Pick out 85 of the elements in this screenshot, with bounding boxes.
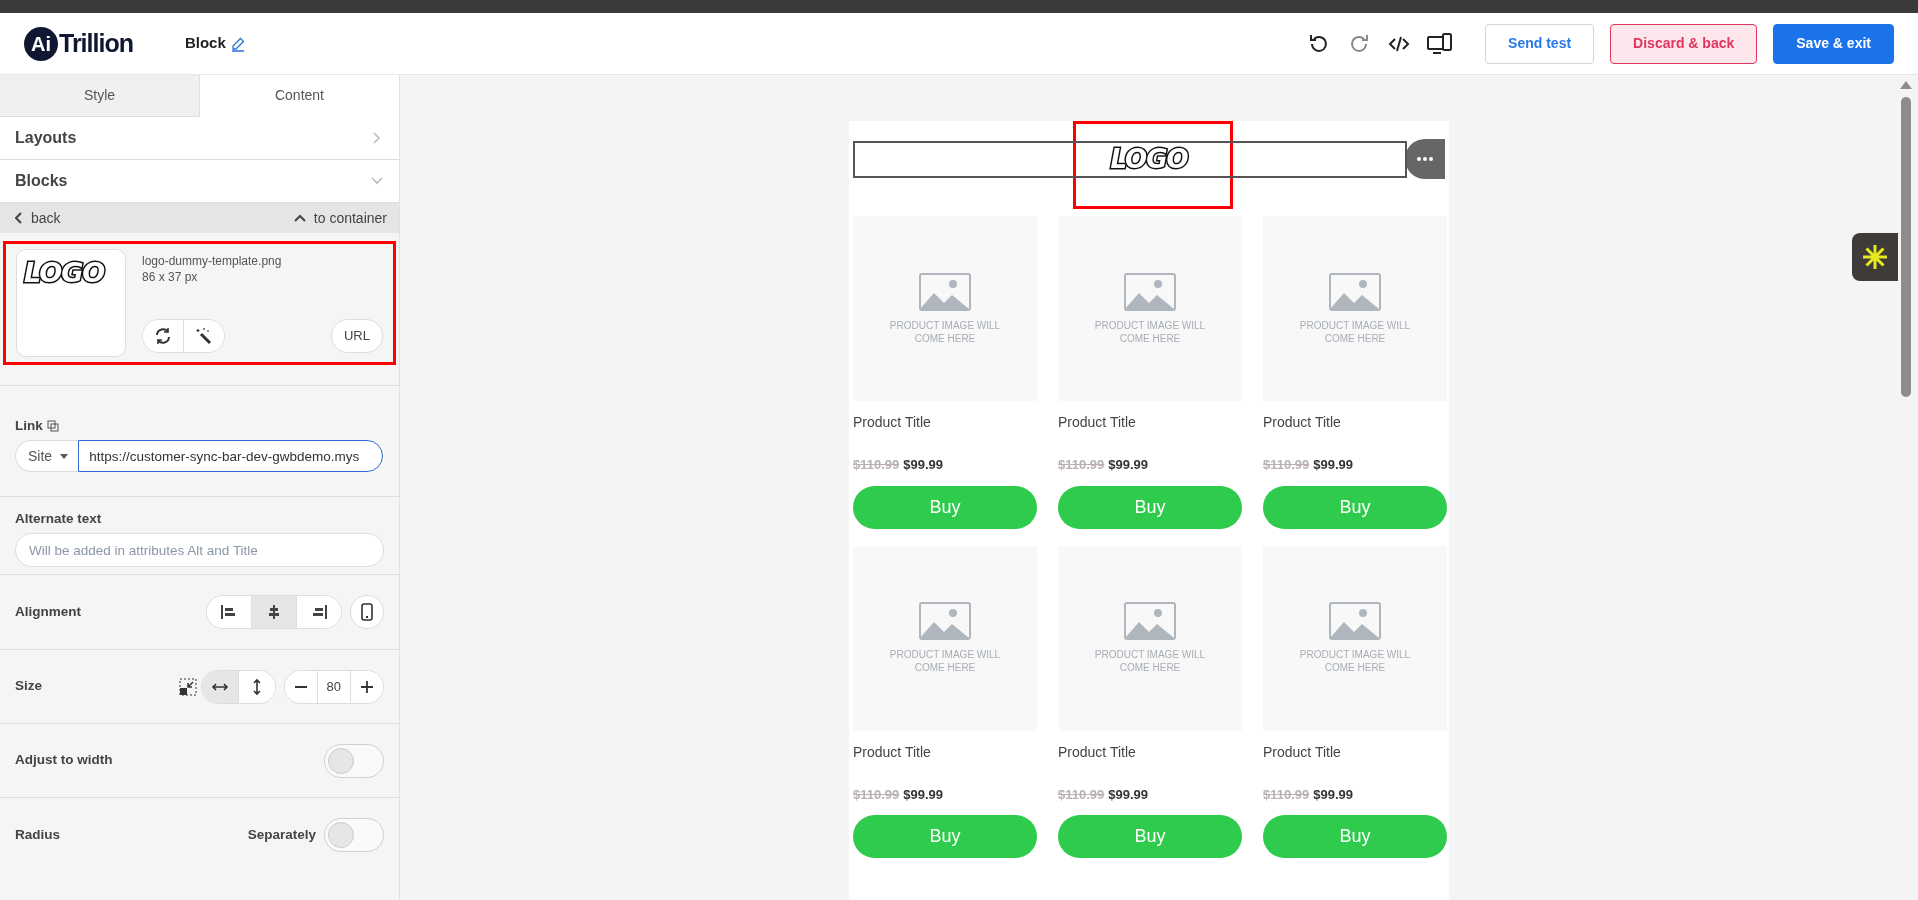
file-name: logo-dummy-template.png [142, 253, 283, 269]
placeholder-text: PRODUCT IMAGE WILL COME HERE [1093, 648, 1207, 674]
panel-tab[interactable]: Style [0, 75, 199, 117]
to-container-link[interactable]: to container [293, 207, 387, 229]
image-icon [919, 272, 971, 311]
caret-down-icon [60, 453, 69, 459]
image-icon [1124, 272, 1176, 311]
url-button[interactable]: URL [331, 319, 383, 353]
scrollbar-thumb[interactable] [1901, 97, 1911, 397]
header-button[interactable]: Save & exit [1773, 23, 1894, 64]
edit-icon[interactable] [229, 35, 246, 52]
placeholder-text: PRODUCT IMAGE WILL COME HERE [1093, 318, 1207, 345]
placeholder-text: PRODUCT IMAGE WILL COME HERE [888, 648, 1002, 674]
chevron-up-icon [293, 214, 306, 222]
price: $99.99 [1313, 456, 1354, 474]
refresh-icon [154, 327, 172, 345]
price: $99.99 [903, 456, 944, 474]
toggle-switch[interactable] [324, 818, 384, 852]
old-price: $110.99 [853, 785, 900, 804]
price: $99.99 [1108, 456, 1149, 474]
product-title: Product Title [1263, 413, 1342, 432]
field-label: Link [15, 417, 43, 435]
align-left-button[interactable] [207, 596, 252, 628]
mobile-button[interactable] [350, 595, 384, 629]
image-dimensions: 86 x 37 px [142, 269, 199, 285]
old-price: $110.99 [1263, 785, 1310, 804]
field-label: Alternate text [15, 510, 103, 528]
field-label: Alignment [15, 602, 81, 621]
product-title: Product Title [1058, 742, 1137, 762]
panel-tab[interactable]: Content [199, 75, 399, 117]
logo-text: LOGO [22, 256, 107, 290]
magic-wand-icon [195, 327, 213, 345]
old-price: $110.99 [1263, 456, 1310, 474]
url-input[interactable]: https://customer-sync-bar-dev-gwbdemo.mys [78, 440, 384, 473]
align-left-icon [220, 603, 238, 621]
widget-button[interactable] [1852, 233, 1898, 281]
devices-icon[interactable] [1427, 31, 1454, 56]
copy-icon [46, 420, 59, 433]
option-label: Separately [247, 825, 316, 844]
scroll-up-arrow-icon[interactable] [1900, 81, 1912, 89]
back-link[interactable]: back [15, 207, 61, 229]
resize-icon [178, 677, 197, 696]
image-icon [1124, 602, 1176, 640]
product-title: Product Title [1263, 742, 1342, 762]
placeholder-text: PRODUCT IMAGE WILL COME HERE [1298, 648, 1412, 674]
block-title: Block [184, 33, 226, 54]
align-right-icon [310, 603, 328, 621]
link-type-dropdown[interactable]: Site [15, 440, 79, 473]
old-price: $110.99 [853, 456, 900, 474]
price: $99.99 [903, 785, 944, 804]
header-button[interactable]: Send test [1485, 23, 1595, 64]
header-button[interactable]: Discard & back [1610, 23, 1758, 64]
product-title: Product Title [853, 742, 932, 762]
asterisk-icon [1862, 244, 1888, 270]
price: $99.99 [1313, 785, 1354, 804]
replace-image-button[interactable] [143, 320, 184, 352]
align-center-button[interactable] [252, 596, 297, 628]
image-icon [919, 602, 971, 640]
field-label: Radius [15, 825, 60, 844]
toggle-switch[interactable] [324, 743, 384, 778]
more-icon [1417, 157, 1433, 161]
plus-icon [361, 680, 373, 693]
old-price: $110.99 [1058, 456, 1105, 474]
logo-block[interactable]: LOGO [853, 141, 1407, 178]
brand-name: Trillion [59, 27, 133, 59]
placeholder-text: PRODUCT IMAGE WILL COME HERE [1298, 318, 1412, 345]
alt-text-input[interactable]: Will be added in attributes Alt and Title [15, 533, 384, 568]
brand-mark: Ai [24, 26, 58, 61]
placeholder-text: PRODUCT IMAGE WILL COME HERE [888, 318, 1002, 345]
decrease-button[interactable] [284, 670, 318, 703]
field-label: Adjust to width [15, 751, 113, 770]
old-price: $110.99 [1058, 785, 1105, 804]
size-width-button[interactable] [201, 670, 239, 703]
mobile-icon [361, 603, 373, 621]
more-options-button[interactable] [1405, 139, 1445, 179]
image-icon [1329, 272, 1381, 311]
price: $99.99 [1108, 785, 1149, 804]
image-icon [1329, 602, 1381, 640]
logo-text: LOGO [1108, 144, 1190, 175]
product-title: Product Title [853, 413, 932, 432]
section-header[interactable]: Layouts [0, 117, 399, 160]
section-header[interactable]: Blocks [0, 160, 399, 203]
product-title: Product Title [1058, 413, 1137, 432]
field-label: Size [15, 677, 42, 696]
chevron-left-icon [15, 212, 23, 224]
